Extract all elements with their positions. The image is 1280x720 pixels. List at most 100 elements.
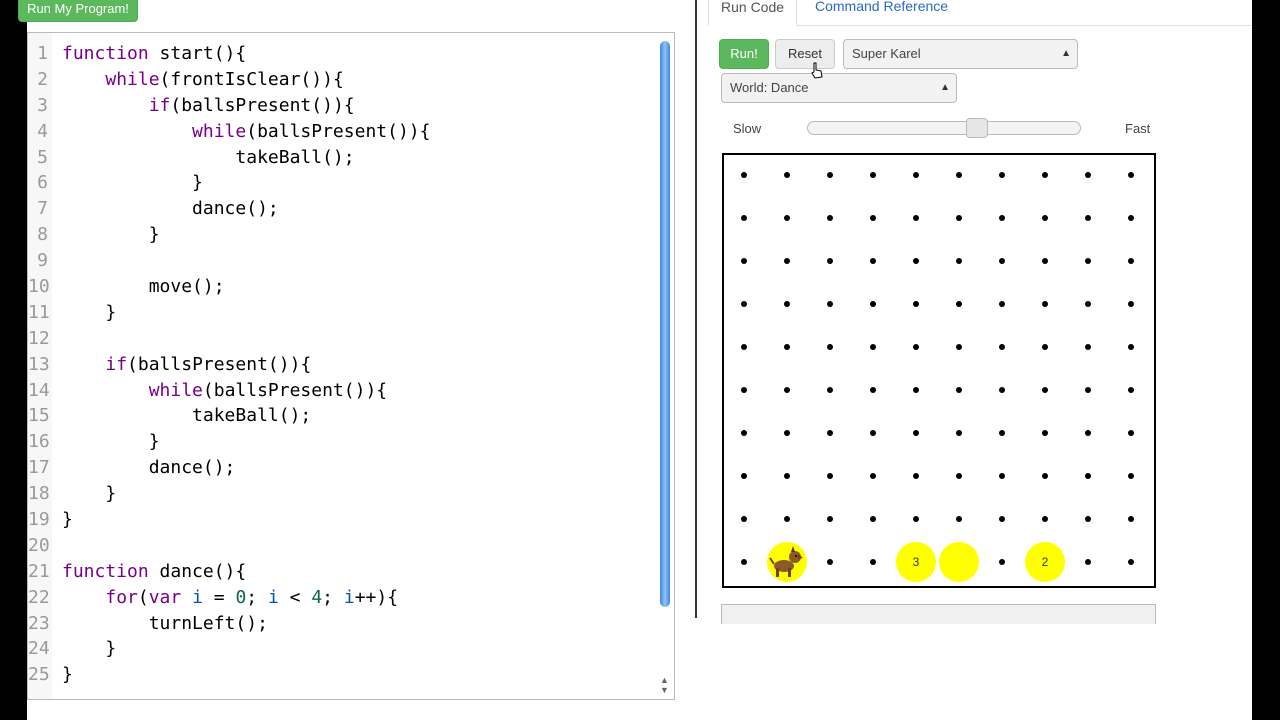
grid-dot bbox=[913, 344, 919, 350]
run-my-program-button[interactable]: Run My Program! bbox=[18, 0, 138, 22]
scroll-down-arrow-icon[interactable]: ▲ ▼ bbox=[660, 675, 669, 695]
grid-dot bbox=[1128, 215, 1134, 221]
grid-dot bbox=[741, 215, 747, 221]
tennis-ball: 3 bbox=[896, 542, 936, 582]
grid-dot bbox=[870, 516, 876, 522]
grid-dot bbox=[784, 387, 790, 393]
grid-dot bbox=[1128, 172, 1134, 178]
grid-dot bbox=[784, 430, 790, 436]
grid-dot bbox=[827, 387, 833, 393]
grid-dot bbox=[1085, 387, 1091, 393]
grid-dot bbox=[741, 473, 747, 479]
grid-dot bbox=[1128, 258, 1134, 264]
grid-dot bbox=[870, 473, 876, 479]
grid-dot bbox=[1128, 473, 1134, 479]
grid-dot bbox=[999, 430, 1005, 436]
grid-dot bbox=[1042, 258, 1048, 264]
grid-dot bbox=[913, 215, 919, 221]
grid-dot bbox=[1085, 559, 1091, 565]
output-console bbox=[721, 604, 1156, 624]
karel-type-select[interactable]: Super Karel ▲ bbox=[843, 39, 1078, 69]
grid-dot bbox=[913, 473, 919, 479]
grid-dot bbox=[1085, 516, 1091, 522]
grid-dot bbox=[913, 301, 919, 307]
run-button[interactable]: Run! bbox=[719, 39, 769, 69]
grid-dot bbox=[784, 344, 790, 350]
grid-dot bbox=[913, 516, 919, 522]
grid-dot bbox=[999, 301, 1005, 307]
grid-dot bbox=[956, 258, 962, 264]
speed-slider[interactable] bbox=[807, 121, 1081, 135]
tennis-ball: 2 bbox=[1025, 542, 1065, 582]
grid-dot bbox=[784, 301, 790, 307]
grid-dot bbox=[1042, 172, 1048, 178]
grid-dot bbox=[956, 387, 962, 393]
tennis-ball bbox=[939, 542, 979, 582]
grid-dot bbox=[1128, 559, 1134, 565]
grid-dot bbox=[741, 516, 747, 522]
grid-dot bbox=[1042, 516, 1048, 522]
grid-dot bbox=[827, 430, 833, 436]
grid-dot bbox=[956, 473, 962, 479]
grid-dot bbox=[999, 344, 1005, 350]
editor-scrollbar[interactable]: ▲ ▼ bbox=[658, 39, 672, 699]
grid-dot bbox=[913, 387, 919, 393]
grid-dot bbox=[999, 559, 1005, 565]
grid-dot bbox=[1085, 301, 1091, 307]
grid-dot bbox=[913, 430, 919, 436]
grid-dot bbox=[956, 344, 962, 350]
grid-dot bbox=[999, 473, 1005, 479]
grid-dot bbox=[999, 387, 1005, 393]
scroll-thumb[interactable] bbox=[660, 41, 670, 607]
grid-dot bbox=[1128, 430, 1134, 436]
grid-dot bbox=[999, 258, 1005, 264]
grid-dot bbox=[741, 172, 747, 178]
grid-dot bbox=[827, 258, 833, 264]
karel-world-grid: 32 bbox=[722, 153, 1156, 588]
grid-dot bbox=[870, 344, 876, 350]
code-editor[interactable]: 1 function start(){ 2 while(frontIsClear(… bbox=[27, 32, 675, 700]
grid-dot bbox=[1042, 430, 1048, 436]
grid-dot bbox=[1085, 172, 1091, 178]
left-black-bar bbox=[0, 0, 27, 720]
right-black-bar bbox=[1252, 0, 1280, 720]
grid-dot bbox=[827, 559, 833, 565]
grid-dot bbox=[1042, 473, 1048, 479]
grid-dot bbox=[870, 301, 876, 307]
grid-dot bbox=[913, 258, 919, 264]
grid-dot bbox=[1042, 215, 1048, 221]
grid-dot bbox=[1128, 387, 1134, 393]
grid-dot bbox=[827, 473, 833, 479]
grid-dot bbox=[1085, 430, 1091, 436]
grid-dot bbox=[1128, 344, 1134, 350]
grid-dot bbox=[1085, 215, 1091, 221]
grid-dot bbox=[741, 430, 747, 436]
panel-divider[interactable] bbox=[695, 0, 697, 618]
grid-dot bbox=[956, 215, 962, 221]
grid-dot bbox=[741, 301, 747, 307]
grid-dot bbox=[784, 215, 790, 221]
grid-dot bbox=[1042, 387, 1048, 393]
reset-button[interactable]: Reset bbox=[775, 39, 835, 69]
grid-dot bbox=[784, 473, 790, 479]
grid-dot bbox=[1042, 301, 1048, 307]
grid-dot bbox=[1085, 258, 1091, 264]
grid-dot bbox=[870, 258, 876, 264]
grid-dot bbox=[956, 516, 962, 522]
grid-dot bbox=[827, 301, 833, 307]
grid-dot bbox=[1085, 344, 1091, 350]
world-select[interactable]: World: Dance ▲ bbox=[721, 73, 957, 103]
speed-slow-label: Slow bbox=[733, 121, 762, 136]
tab-run-code[interactable]: Run Code bbox=[708, 0, 798, 26]
grid-dot bbox=[999, 215, 1005, 221]
grid-dot bbox=[827, 215, 833, 221]
grid-dot bbox=[913, 172, 919, 178]
grid-dot bbox=[1128, 301, 1134, 307]
speed-slider-handle[interactable] bbox=[966, 118, 988, 138]
grid-dot bbox=[741, 387, 747, 393]
tab-command-reference[interactable]: Command Reference bbox=[803, 0, 960, 24]
karel-select-value: Super Karel bbox=[852, 46, 921, 61]
grid-dot bbox=[741, 559, 747, 565]
grid-dot bbox=[956, 301, 962, 307]
tab-bar: Run Code Command Reference bbox=[708, 0, 1252, 26]
